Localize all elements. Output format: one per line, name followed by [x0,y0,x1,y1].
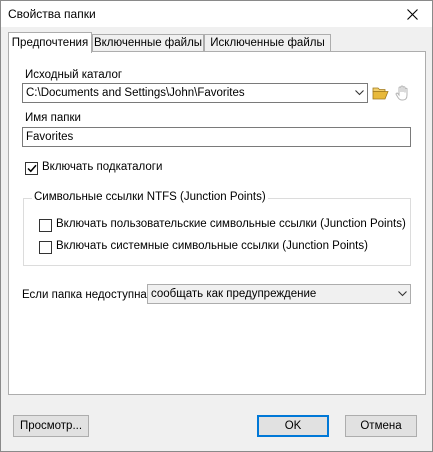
user-junction-checkbox[interactable] [39,219,52,232]
tab-included-files-label: Включенные файлы [93,37,203,49]
system-junction-checkbox[interactable] [39,241,52,254]
unavailable-action-dropdown[interactable]: сообщать как предупреждение [147,284,411,304]
cancel-button-label: Отмена [360,420,402,432]
unavailable-label: Если папка недоступна [22,289,147,301]
folder-properties-dialog: Свойства папки Предпочтения Включенные ф… [0,0,433,452]
folder-name-label: Имя папки [25,112,81,124]
folder-open-icon [372,87,389,100]
source-folder-label: Исходный каталог [25,69,123,81]
system-junction-label: Включать системные символьные ссылки (Ju… [56,240,368,252]
tab-excluded-files[interactable]: Исключенные файлы [204,34,331,51]
tab-preferences-label: Предпочтения [11,37,89,49]
include-subfolders-label: Включать подкаталоги [42,161,163,173]
hand-icon [395,85,407,101]
preferences-panel: Исходный каталог C:\Documents and Settin… [8,51,426,395]
title-bar: Свойства папки [1,1,432,27]
tab-preferences[interactable]: Предпочтения [8,32,92,53]
source-folder-combo[interactable]: C:\Documents and Settings\John\Favorites [22,83,368,103]
cancel-button[interactable]: Отмена [345,415,417,437]
source-folder-value: C:\Documents and Settings\John\Favorites [26,87,245,99]
hand-button[interactable] [393,84,411,102]
ok-button-label: OK [284,420,302,432]
include-subfolders-checkbox[interactable] [25,162,38,175]
junction-points-group: Символьные ссылки NTFS (Junction Points)… [23,191,411,266]
user-junction-label: Включать пользовательские символьные ссы… [56,218,406,230]
chevron-down-icon [394,291,410,297]
close-icon [406,8,418,20]
checkmark-icon [26,164,37,173]
chevron-down-icon [351,90,367,96]
folder-name-input[interactable]: Favorites [22,127,411,147]
tab-excluded-files-label: Исключенные файлы [210,37,325,49]
ok-button[interactable]: OK [257,415,329,437]
close-button[interactable] [392,1,432,27]
window-title: Свойства папки [8,7,96,21]
unavailable-action-value: сообщать как предупреждение [151,288,317,300]
folder-name-value: Favorites [26,131,74,143]
preview-button[interactable]: Просмотр... [13,415,89,437]
browse-folder-button[interactable] [371,84,389,102]
preview-button-label: Просмотр... [19,420,83,432]
junction-group-title: Символьные ссылки NTFS (Junction Points) [32,191,268,203]
tab-included-files[interactable]: Включенные файлы [92,34,204,51]
